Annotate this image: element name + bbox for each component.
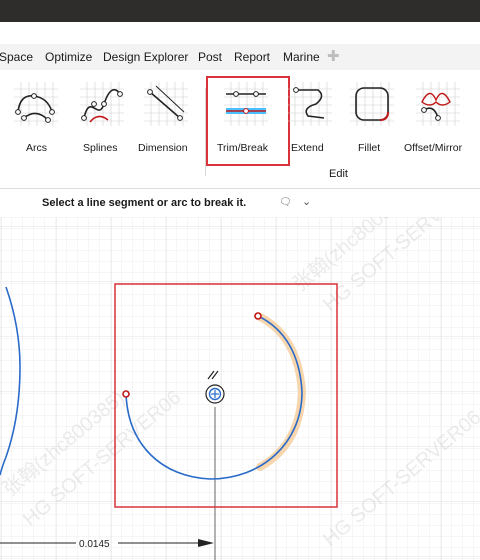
offset-mirror-icon [416,82,460,126]
menu-optimize[interactable]: Optimize [45,50,92,64]
tool-extend-label: Extend [291,142,324,154]
tool-fillet-label: Fillet [358,142,381,154]
plus-icon[interactable]: ✚ [327,47,340,65]
extend-icon [288,82,332,126]
drawing-canvas[interactable]: 张翰(zhc800385) HG SOFT-SERVER06 张翰(zhc800… [0,217,480,560]
menu-space[interactable]: Space [0,50,33,64]
menu-bar: Space Optimize Design Explorer Post Repo… [0,44,480,70]
ribbon-group-label: Edit [329,168,348,180]
selected-tool-highlight [206,76,290,166]
menu-report[interactable]: Report [234,50,270,64]
tool-arcs-label: Arcs [26,142,47,154]
arc-endpoint-start[interactable] [122,390,130,398]
expand-chevron-icon[interactable]: ⌄ [302,195,311,208]
dimension-icon [144,82,188,126]
menu-marine[interactable]: Marine [283,50,320,64]
fillet-icon [350,82,394,126]
menu-post[interactable]: Post [198,50,222,64]
title-bar [0,0,480,22]
comment-icon[interactable]: 🗨 [279,197,292,208]
tool-dimension-label: Dimension [138,142,188,154]
command-prompt: Select a line segment or arc to break it… [0,189,480,217]
dimension-value: 0.0145 [79,539,110,550]
splines-icon [80,82,124,126]
arcs-icon [14,82,58,126]
tool-splines-label: Splines [83,142,118,154]
ribbon: Arcs Splines Dimension Trim/Break Extend… [0,70,480,189]
title-gap [0,22,480,44]
tool-offset-mirror-label: Offset/Mirror [404,142,463,154]
arc-endpoint-end[interactable] [254,312,262,320]
prompt-text: Select a line segment or arc to break it… [42,197,247,209]
menu-design-explorer[interactable]: Design Explorer [103,50,188,64]
